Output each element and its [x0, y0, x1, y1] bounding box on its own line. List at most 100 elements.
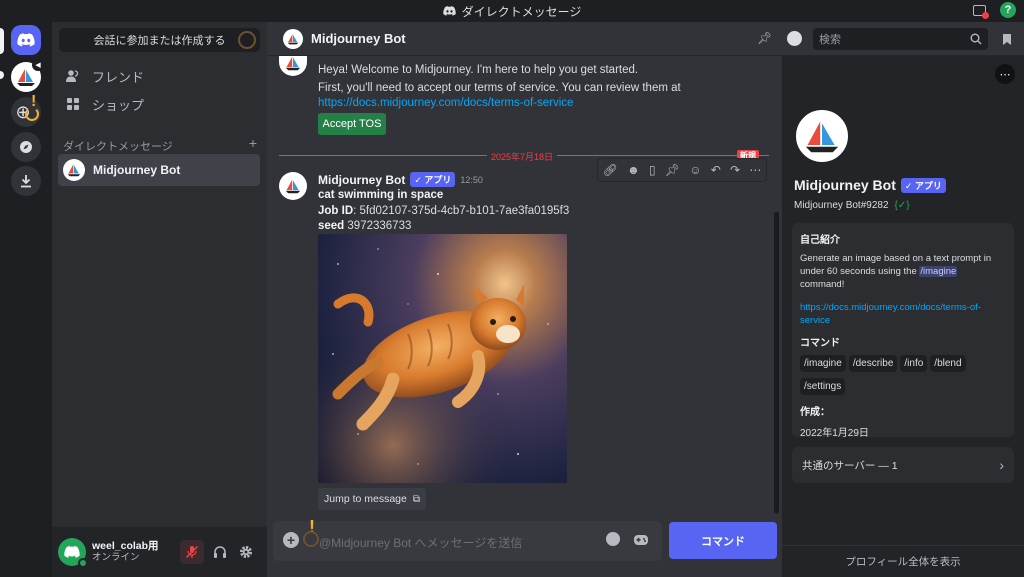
profile-footer-divider — [782, 545, 1024, 546]
generated-image[interactable] — [318, 234, 567, 483]
external-link-icon: ⧉ — [412, 493, 420, 505]
thread-icon[interactable]: ☻ — [627, 163, 640, 177]
message-text: Heya! Welcome to Midjourney. I'm here to… — [318, 64, 639, 76]
tos-link[interactable]: https://docs.midjourney.com/docs/terms-o… — [318, 95, 573, 111]
commands-title: コマンド — [800, 338, 840, 349]
deafen-button[interactable] — [208, 540, 232, 564]
command-chip[interactable]: /info — [900, 355, 928, 372]
unread-indicator — [0, 71, 4, 79]
search-input[interactable]: 検索 — [813, 28, 988, 50]
accept-tos-button[interactable]: Accept TOS — [318, 113, 386, 135]
sailboat-icon — [285, 56, 301, 71]
pin-icon[interactable]: 📌︎ — [757, 31, 772, 45]
create-dm-button[interactable]: + — [249, 136, 257, 154]
gamepad-icon[interactable] — [633, 534, 649, 546]
created-title: 作成： — [800, 407, 830, 418]
profile-panel: ⋯ Midjourney Bot ✓ アプリ Midjourney Bot#92… — [782, 56, 1024, 577]
nav-shop[interactable]: ショップ — [60, 90, 259, 118]
user-avatar[interactable] — [58, 538, 88, 568]
scrollbar-thumb[interactable] — [774, 212, 779, 512]
chevron-right-icon: › — [999, 457, 1004, 473]
friends-icon — [66, 70, 79, 82]
dm-item-midjourney-bot[interactable]: Midjourney Bot — [58, 154, 260, 186]
prompt-text: cat swimming in space — [318, 189, 444, 201]
message-header: Midjourney Bot ✓ アプリ 12:50 — [318, 172, 483, 187]
headphones-icon — [214, 546, 226, 558]
message-input-placeholder: @Midjourney Bot へメッセージを送信 — [319, 536, 523, 550]
profile-name-row: Midjourney Bot ✓ アプリ — [794, 177, 946, 193]
command-chip[interactable]: /settings — [800, 378, 846, 395]
home-discord-button[interactable] — [11, 25, 41, 55]
timestamp: 12:50 — [460, 174, 483, 185]
discord-logo-icon — [64, 546, 80, 558]
command-chip[interactable]: /blend — [930, 355, 966, 372]
app-badge: ✓ アプリ — [410, 172, 456, 187]
app-badge: ✓ アプリ — [900, 177, 946, 193]
download-apps-button[interactable] — [11, 166, 41, 196]
bookmark-icon[interactable] — [1002, 33, 1012, 46]
add-server-button[interactable]: ⊕ ! — [11, 93, 41, 127]
more-icon[interactable]: ⋯ — [749, 163, 761, 177]
forward-icon[interactable]: ↷ — [730, 163, 740, 177]
verified-icon: {✓} — [894, 200, 910, 211]
mutual-servers-row[interactable]: 共通のサーバー — 1 › — [792, 447, 1014, 483]
command-chip[interactable]: /describe — [848, 355, 898, 372]
about-title: 自己紹介 — [800, 235, 840, 246]
user-settings-button[interactable] — [234, 540, 258, 564]
bookmark-icon[interactable]: ▯ — [649, 163, 656, 177]
emoji-icon[interactable]: ☺ — [689, 163, 701, 177]
chat-header-name: Midjourney Bot — [311, 31, 406, 46]
spinner-icon — [25, 107, 39, 121]
date-divider-label: 2025年7月18日 — [487, 150, 558, 163]
command-chip[interactable]: /imagine — [800, 355, 846, 372]
attach-plus-icon[interactable]: + — [283, 532, 299, 548]
gear-icon — [240, 546, 252, 558]
view-full-profile-button[interactable]: プロフィール全体を表示 — [782, 554, 1024, 569]
link-icon[interactable]: 🔗︎ — [603, 163, 618, 177]
imagine-command-mention[interactable]: /imagine — [919, 266, 958, 277]
profile-tag: Midjourney Bot#9282 — [794, 200, 889, 211]
search-icon — [970, 33, 982, 45]
reply-icon[interactable]: ↶ — [711, 163, 721, 177]
mic-muted-icon — [185, 545, 199, 559]
inbox-icon[interactable] — [973, 4, 989, 19]
download-icon — [21, 175, 31, 188]
user-profile-toggle[interactable] — [787, 31, 802, 46]
emoji-icon[interactable] — [606, 532, 620, 546]
sailboat-icon — [67, 164, 81, 177]
sailboat-icon — [805, 121, 839, 153]
avatar — [283, 28, 303, 49]
chat-scrollbar[interactable] — [774, 212, 779, 514]
selected-indicator — [0, 28, 4, 54]
sailboat-icon — [287, 33, 299, 44]
window-title: ダイレクトメッセージ — [461, 4, 582, 19]
pin-icon[interactable]: 📌︎ — [665, 163, 680, 177]
discover-button[interactable] — [11, 132, 41, 162]
job-id-line: Job ID: 5fd02107-375d-4cb7-b101-7ae3fa01… — [318, 205, 570, 217]
profile-link[interactable]: https://docs.midjourney.com/docs/terms-o… — [800, 301, 1006, 327]
profile-avatar[interactable] — [792, 106, 852, 166]
mute-button[interactable] — [180, 540, 204, 564]
message-text: First, you'll need to accept our terms o… — [318, 82, 681, 94]
server-midjourney[interactable]: ◀ — [11, 59, 44, 92]
discord-logo-icon — [17, 33, 35, 47]
shop-icon — [67, 98, 79, 110]
jump-to-message-button[interactable]: Jump to message ⧉ — [318, 488, 426, 510]
sailboat-icon — [285, 179, 301, 194]
profile-more-button[interactable]: ⋯ — [995, 64, 1015, 84]
author-name[interactable]: Midjourney Bot — [318, 173, 405, 187]
dm-sidebar: 会話に参加または作成する フレンド ショップ ダイレクトメッセージ + Midj… — [52, 22, 267, 577]
nav-friends[interactable]: フレンド — [60, 62, 259, 90]
message-input[interactable]: + ! @Midjourney Bot へメッセージを送信 — [273, 517, 662, 561]
commands-list: /imagine/describe/info/blend/settings — [800, 355, 1006, 401]
server-rail: ◀ ⊕ ! — [0, 22, 52, 577]
find-conversation-button[interactable]: 会話に参加または作成する — [59, 28, 260, 52]
chat-header: Midjourney Bot 📌︎ 検索 — [267, 22, 1024, 56]
avatar[interactable] — [279, 172, 307, 200]
created-date: 2022年1月29日 — [800, 428, 869, 439]
cat-illustration — [318, 234, 567, 483]
help-icon[interactable]: ? — [1000, 2, 1016, 18]
command-button[interactable]: コマンド — [669, 522, 777, 559]
seed-line: seed 3972336733 — [318, 220, 412, 232]
profile-banner — [782, 56, 1024, 106]
